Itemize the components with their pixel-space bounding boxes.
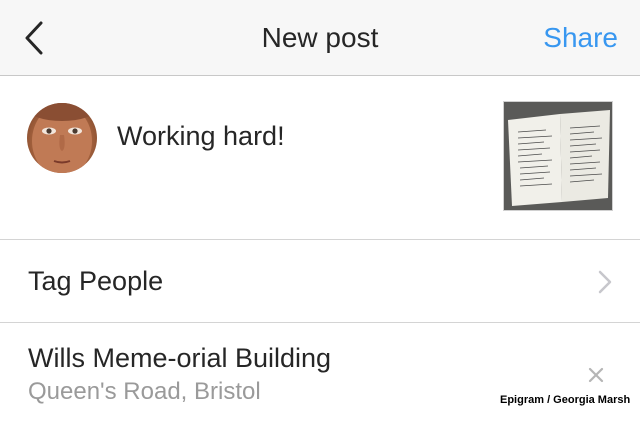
compose-section: Working hard! — [0, 77, 640, 240]
tag-people-row[interactable]: Tag People — [0, 240, 640, 323]
photo-credit: Epigram / Georgia Marsh — [500, 394, 631, 406]
avatar — [27, 103, 97, 173]
chevron-right-icon — [598, 270, 612, 294]
nav-header: New post Share — [0, 0, 640, 76]
location-row[interactable]: Wills Meme-orial Building Queen's Road, … — [0, 323, 640, 421]
face-image — [28, 103, 96, 173]
caption-text[interactable]: Working hard! — [117, 121, 285, 152]
location-name: Wills Meme-orial Building — [28, 343, 332, 373]
chevron-left-icon — [25, 21, 43, 55]
notebook-image — [504, 102, 612, 210]
close-icon[interactable] — [585, 364, 607, 386]
photo-thumbnail[interactable] — [503, 101, 613, 211]
share-button[interactable]: Share — [543, 0, 618, 76]
back-button[interactable] — [16, 20, 52, 56]
location-address: Queen's Road, Bristol — [28, 378, 261, 405]
tag-people-label: Tag People — [28, 266, 164, 296]
